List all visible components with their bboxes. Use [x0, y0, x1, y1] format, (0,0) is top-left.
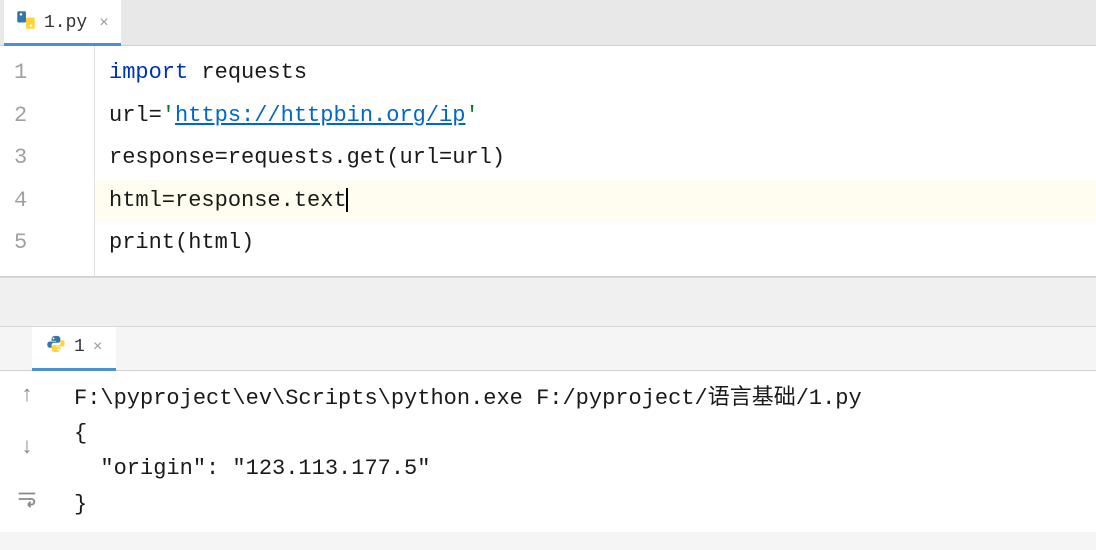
editor-pane: 1.py × 12345 import requestsurl='https:/… [0, 0, 1096, 277]
close-icon[interactable]: × [99, 14, 109, 32]
code-content[interactable]: import requestsurl='https://httpbin.org/… [95, 46, 1096, 276]
code-editor[interactable]: 12345 import requestsurl='https://httpbi… [0, 46, 1096, 276]
code-line[interactable]: print(html) [109, 222, 1096, 265]
line-number: 5 [0, 222, 94, 265]
line-gutter: 12345 [0, 46, 95, 276]
console-line: F:\pyproject\ev\Scripts\python.exe F:/py… [74, 381, 1076, 416]
line-number: 1 [0, 52, 94, 95]
line-number: 4 [0, 180, 94, 223]
console-tab-name: 1 [74, 337, 85, 357]
close-icon[interactable]: × [93, 338, 103, 356]
pane-separator [0, 277, 1096, 327]
console-toolbar: ↑ ↓ [0, 371, 54, 532]
line-number: 2 [0, 95, 94, 138]
console-line: "origin": "123.113.177.5" [74, 451, 1076, 486]
python-icon [46, 334, 66, 360]
python-file-icon [16, 10, 36, 36]
code-line[interactable]: response=requests.get(url=url) [109, 137, 1096, 180]
soft-wrap-icon[interactable] [11, 483, 43, 515]
arrow-down-icon[interactable]: ↓ [11, 431, 43, 463]
console-line: } [74, 487, 1076, 522]
tab-filename: 1.py [44, 13, 87, 33]
editor-tabs-bar: 1.py × [0, 0, 1096, 46]
code-line[interactable]: html=response.text [95, 180, 1096, 223]
console-body: ↑ ↓ F:\pyproject\ev\Scripts\python.exe F… [0, 371, 1096, 532]
console-pane: 1 × ↑ ↓ F:\pyproject\ev\Scripts\python.e… [0, 327, 1096, 532]
console-tab[interactable]: 1 × [32, 327, 116, 371]
arrow-up-icon[interactable]: ↑ [11, 379, 43, 411]
line-number: 3 [0, 137, 94, 180]
code-line[interactable]: import requests [109, 52, 1096, 95]
console-line: { [74, 416, 1076, 451]
console-tabs-bar: 1 × [0, 327, 1096, 371]
code-line[interactable]: url='https://httpbin.org/ip' [109, 95, 1096, 138]
file-tab[interactable]: 1.py × [4, 0, 121, 46]
text-cursor [346, 188, 348, 212]
console-output[interactable]: F:\pyproject\ev\Scripts\python.exe F:/py… [54, 371, 1096, 532]
